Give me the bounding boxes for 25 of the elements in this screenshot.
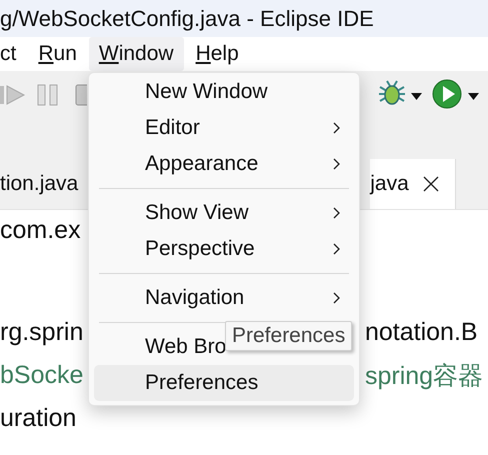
menu-bar-item[interactable]: ct (0, 37, 26, 71)
menu-item[interactable]: Perspective (94, 231, 354, 267)
editor-tab[interactable]: java (370, 159, 456, 209)
stop-icon[interactable] (75, 83, 87, 107)
menu-item[interactable]: Show View (94, 195, 354, 231)
tooltip: Preferences (225, 321, 352, 351)
code-text: notation.B (365, 318, 478, 346)
caret-icon[interactable] (411, 93, 422, 100)
code-text: uration (0, 404, 76, 432)
code-text: spring容器 (365, 360, 484, 392)
menu-bar-item[interactable]: Run (28, 37, 87, 71)
menu-item[interactable]: Appearance (94, 146, 354, 182)
close-icon[interactable] (422, 176, 439, 192)
code-text: rg.sprin (0, 318, 84, 346)
menu-item[interactable]: Editor (94, 110, 354, 146)
run-icon[interactable] (432, 79, 462, 109)
menu-bar-item[interactable]: Window (88, 37, 184, 71)
code-text: bSocke (0, 360, 84, 390)
caret-icon[interactable] (468, 93, 479, 100)
menu-item[interactable]: Preferences (94, 365, 354, 401)
menu-item[interactable]: Navigation (94, 280, 354, 316)
menu-bar-item[interactable]: Help (186, 37, 249, 71)
code-text: com.ex (0, 216, 81, 244)
menu-item[interactable]: New Window (94, 74, 354, 110)
window-title: g/WebSocketConfig.java - Eclipse IDE (0, 6, 374, 32)
